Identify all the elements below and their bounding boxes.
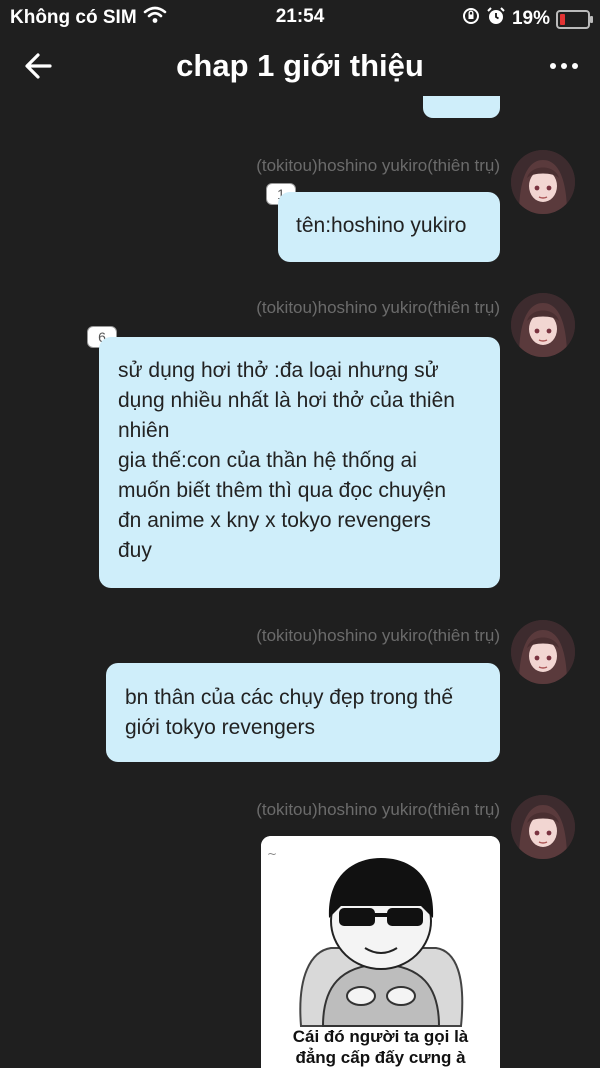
message-text: đn anime x kny x tokyo revengers — [118, 509, 431, 532]
more-options-icon[interactable] — [548, 50, 580, 90]
message-sender: (tokitou)hoshino yukiro(thiên trụ) — [256, 626, 500, 645]
meme-caption-line: đẳng cấp đấy cưng à — [295, 1048, 466, 1067]
battery-icon — [556, 9, 593, 29]
meme-caption: Cái đó người ta gọi là đẳng cấp đấy cưng… — [261, 1026, 500, 1068]
avatar[interactable] — [511, 620, 575, 684]
chat-header: chap 1 giới thiệu — [0, 34, 600, 100]
alarm-icon — [486, 6, 506, 32]
message-sender: (tokitou)hoshino yukiro(thiên trụ) — [256, 298, 500, 317]
message-bubble[interactable]: tên:hoshino yukiro — [278, 192, 500, 262]
status-right: 19% — [462, 6, 593, 32]
message-sender: (tokitou)hoshino yukiro(thiên trụ) — [256, 800, 500, 819]
message-bubble[interactable]: sử dụng hơi thở :đa loại nhưng sử dụng n… — [99, 337, 500, 588]
message-text: muốn biết thêm thì qua đọc chuyện — [118, 479, 447, 502]
battery-percent: 19% — [511, 8, 550, 29]
image-message[interactable]: ~ Cái đó người ta gọi là đẳng cấp đấy cư… — [261, 836, 500, 1068]
avatar[interactable] — [511, 795, 575, 859]
message-text: đuy — [118, 539, 152, 562]
message-bubble[interactable]: bn thân của các chụy đẹp trong thế giới … — [106, 663, 500, 762]
meme-caption-line: Cái đó người ta gọi là — [292, 1027, 469, 1046]
svg-text:~: ~ — [267, 847, 277, 861]
avatar[interactable] — [511, 293, 575, 357]
status-bar: Không có SIM 21:54 19% — [0, 0, 600, 34]
message-text: tên:hoshino yukiro — [296, 214, 467, 237]
message-text: gia thế:con của thần hệ thống ai — [118, 449, 417, 472]
avatar[interactable] — [511, 150, 575, 214]
orientation-lock-icon — [462, 7, 480, 31]
message-sender: (tokitou)hoshino yukiro(thiên trụ) — [256, 156, 500, 175]
message-text: giới tokyo revengers — [125, 716, 316, 739]
message-text: sử dụng hơi thở :đa loại nhưng sử — [118, 359, 439, 382]
previous-message-bubble[interactable] — [423, 96, 500, 118]
message-text: dụng nhiều nhất là hơi thở của thiên — [118, 389, 455, 412]
message-text: nhiên — [118, 419, 170, 442]
message-text: bn thân của các chụy đẹp trong thế — [125, 686, 454, 709]
battery-level — [560, 13, 565, 25]
page-title: chap 1 giới thiệu — [176, 48, 424, 83]
